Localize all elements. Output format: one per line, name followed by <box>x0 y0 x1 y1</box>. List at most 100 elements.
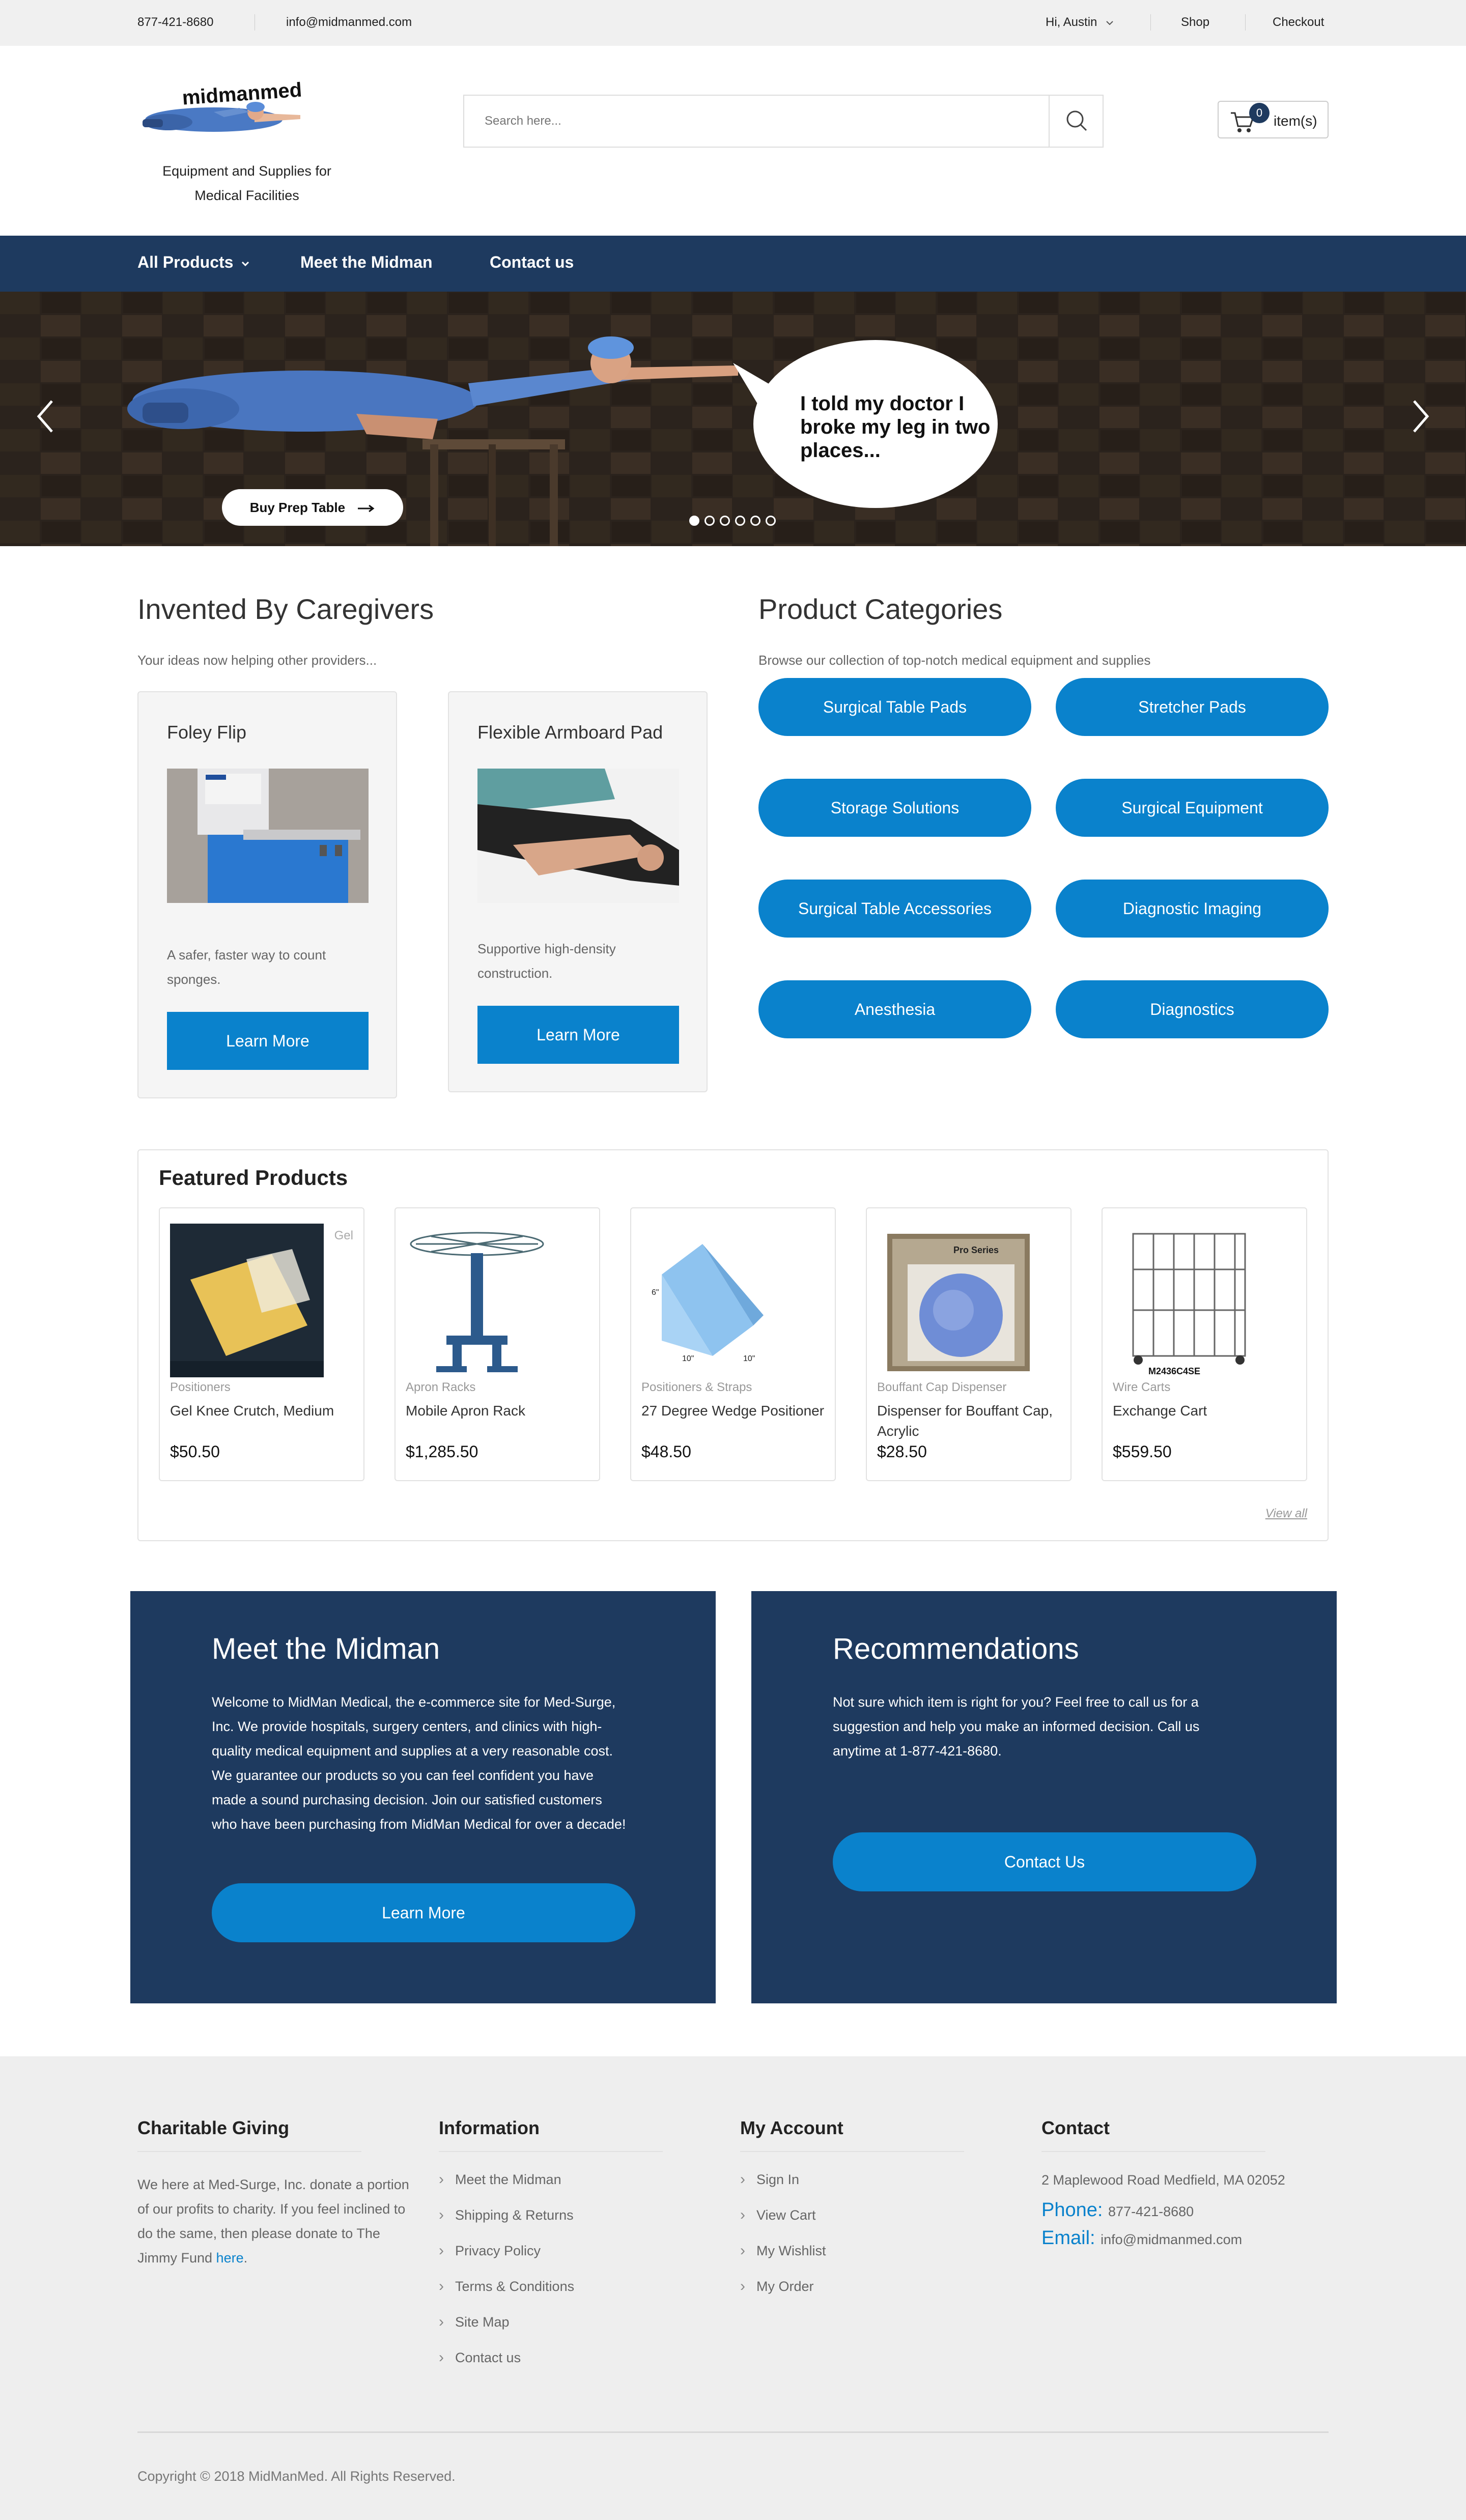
box-label: Pro Series <box>953 1245 999 1255</box>
topbar-shop-link[interactable]: Shop <box>1181 15 1209 30</box>
footer-account-column: My Account Sign In View Cart My Wishlist… <box>740 2117 1025 2313</box>
product-price: $559.50 <box>1113 1442 1172 1461</box>
product-name[interactable]: Gel Knee Crutch, Medium <box>170 1401 358 1421</box>
account-links: Sign In View Cart My Wishlist My Order <box>740 2170 1025 2313</box>
product-card[interactable]: Gel Positioners Gel Knee Crutch, Medium … <box>159 1207 364 1481</box>
product-card-armboard-pad: Flexible Armboard Pad Supportive high-de… <box>448 691 708 1092</box>
contact-phone: Phone: 877-421-8680 <box>1041 2199 1327 2221</box>
product-price: $1,285.50 <box>406 1442 478 1461</box>
armboard-pad-learn-more-button[interactable]: Learn More <box>477 1006 679 1064</box>
site-logo[interactable]: midmanmed <box>137 76 356 143</box>
contact-email: Email: info@midmanmed.com <box>1041 2227 1327 2249</box>
carousel-dot[interactable] <box>735 516 745 526</box>
chevron-right-icon <box>1413 400 1429 433</box>
carousel-dot[interactable] <box>720 516 730 526</box>
chevron-down-icon <box>1106 20 1113 25</box>
midman-logo-icon: midmanmed <box>143 78 302 132</box>
product-card[interactable]: 6" 10" 10" Positioners & Straps 27 Degre… <box>630 1207 836 1481</box>
categories-subtitle: Browse our collection of top-notch medic… <box>758 653 1151 668</box>
nav-all-products[interactable]: All Products <box>137 253 250 272</box>
footer-link-view-cart[interactable]: View Cart <box>740 2206 1025 2242</box>
footer-link-privacy-policy[interactable]: Privacy Policy <box>439 2242 724 2277</box>
footer-link-meet-the-midman[interactable]: Meet the Midman <box>439 2170 724 2206</box>
footer-link-my-wishlist[interactable]: My Wishlist <box>740 2242 1025 2277</box>
carousel-next-button[interactable] <box>1405 393 1435 439</box>
donate-link[interactable]: here <box>216 2250 244 2266</box>
product-price: $50.50 <box>170 1442 220 1461</box>
nav-meet-the-midman[interactable]: Meet the Midman <box>300 253 433 272</box>
featured-products-section: Featured Products Gel Positioners Gel Kn… <box>137 1149 1329 1541</box>
midman-learn-more-button[interactable]: Learn More <box>212 1883 635 1942</box>
category-surgical-equipment[interactable]: Surgical Equipment <box>1056 779 1329 837</box>
footer-link-shipping-returns[interactable]: Shipping & Returns <box>439 2206 724 2242</box>
meet-the-midman-panel: Meet the Midman Welcome to MidMan Medica… <box>130 1591 716 2003</box>
category-diagnostic-imaging[interactable]: Diagnostic Imaging <box>1056 880 1329 938</box>
site-footer: Charitable Giving We here at Med-Surge, … <box>0 2056 1466 2520</box>
product-name[interactable]: 27 Degree Wedge Positioner <box>641 1401 830 1421</box>
search-input[interactable] <box>464 96 1050 147</box>
product-card[interactable]: M2436C4SE Wire Carts Exchange Cart $559.… <box>1102 1207 1307 1481</box>
product-image-bouffant-dispenser: Pro Series <box>877 1224 1031 1377</box>
carousel-prev-button[interactable] <box>31 393 61 439</box>
category-surgical-table-accessories[interactable]: Surgical Table Accessories <box>758 880 1031 938</box>
footer-link-sign-in[interactable]: Sign In <box>740 2170 1025 2206</box>
footer-divider <box>137 2431 1329 2433</box>
product-price: $48.50 <box>641 1442 691 1461</box>
product-name[interactable]: Mobile Apron Rack <box>406 1401 594 1421</box>
contact-address: 2 Maplewood Road Medfield, MA 02052 <box>1041 2172 1285 2188</box>
product-image-gel-knee-crutch <box>170 1224 324 1377</box>
site-tagline: Equipment and Supplies for Medical Facil… <box>162 163 331 203</box>
account-greeting[interactable]: Hi, Austin <box>1046 15 1114 30</box>
cart-label: item(s) <box>1274 113 1317 129</box>
footer-link-my-order[interactable]: My Order <box>740 2277 1025 2313</box>
carousel-dot[interactable] <box>766 516 776 526</box>
topbar-checkout-link[interactable]: Checkout <box>1273 15 1324 30</box>
footer-information-column: Information Meet the Midman Shipping & R… <box>439 2117 724 2384</box>
product-tag: Gel <box>334 1229 353 1242</box>
category-anesthesia[interactable]: Anesthesia <box>758 980 1031 1038</box>
panel-title: Recommendations <box>833 1632 1079 1665</box>
footer-link-contact-us[interactable]: Contact us <box>439 2348 724 2384</box>
search-bar <box>463 95 1104 148</box>
hero-carousel: I told my doctor I broke my leg in two p… <box>0 292 1466 546</box>
product-price: $28.50 <box>877 1442 927 1461</box>
carousel-dot[interactable] <box>750 516 760 526</box>
cart-button[interactable]: 0 item(s) <box>1218 101 1329 138</box>
main-nav: All Products Meet the Midman Contact us <box>0 236 1466 292</box>
logo-wordmark: midmanmed <box>181 78 302 109</box>
footer-heading: Charitable Giving <box>137 2117 361 2152</box>
footer-link-site-map[interactable]: Site Map <box>439 2313 724 2348</box>
product-image-mobile-apron-rack <box>406 1224 559 1377</box>
arrow-right-icon <box>358 504 375 512</box>
footer-link-terms-conditions[interactable]: Terms & Conditions <box>439 2277 724 2313</box>
card-title: Flexible Armboard Pad <box>477 722 663 743</box>
view-all-link[interactable]: View all <box>1265 1507 1307 1521</box>
product-name[interactable]: Exchange Cart <box>1113 1401 1301 1421</box>
product-name[interactable]: Dispenser for Bouffant Cap, Acrylic <box>877 1401 1065 1441</box>
topbar-phone[interactable]: 877-421-8680 <box>137 15 213 30</box>
product-card[interactable]: Apron Racks Mobile Apron Rack $1,285.50 <box>394 1207 600 1481</box>
carousel-dot[interactable] <box>689 516 699 526</box>
foley-flip-learn-more-button[interactable]: Learn More <box>167 1012 369 1070</box>
category-storage-solutions[interactable]: Storage Solutions <box>758 779 1031 837</box>
product-category: Bouffant Cap Dispenser <box>877 1380 1007 1394</box>
product-category: Positioners <box>170 1380 231 1394</box>
nav-contact-us[interactable]: Contact us <box>490 253 574 272</box>
product-image-wedge-positioner: 6" 10" 10" <box>641 1224 795 1377</box>
category-diagnostics[interactable]: Diagnostics <box>1056 980 1329 1038</box>
information-links: Meet the Midman Shipping & Returns Priva… <box>439 2170 724 2384</box>
product-category: Positioners & Straps <box>641 1380 752 1394</box>
panel-body: Not sure which item is right for you? Fe… <box>833 1694 1200 1759</box>
product-card[interactable]: Pro Series Bouffant Cap Dispenser Dispen… <box>866 1207 1072 1481</box>
category-surgical-table-pads[interactable]: Surgical Table Pads <box>758 678 1031 736</box>
email-value[interactable]: info@midmanmed.com <box>1101 2232 1242 2247</box>
topbar-email[interactable]: info@midmanmed.com <box>286 15 412 30</box>
contact-us-button[interactable]: Contact Us <box>833 1832 1256 1891</box>
search-button[interactable] <box>1049 96 1103 147</box>
buy-prep-table-button[interactable]: Buy Prep Table <box>222 489 403 526</box>
phone-value[interactable]: 877-421-8680 <box>1108 2204 1194 2219</box>
category-stretcher-pads[interactable]: Stretcher Pads <box>1056 678 1329 736</box>
dimension-label: 10" <box>682 1354 694 1363</box>
carousel-dot[interactable] <box>704 516 715 526</box>
invented-title: Invented By Caregivers <box>137 593 434 625</box>
